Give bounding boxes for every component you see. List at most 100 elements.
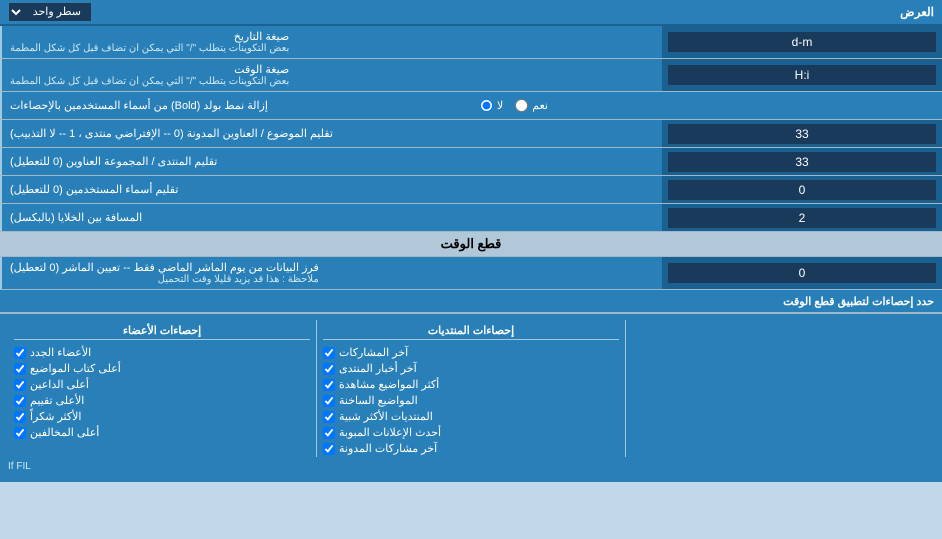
bold-remove-row: نعم لا إزالة نمط بولد (Bold) من أسماء ال… bbox=[0, 92, 942, 120]
checkbox-top-writers-label: أعلى كتاب المواضيع bbox=[30, 362, 121, 375]
radio-no-group: لا bbox=[480, 99, 503, 112]
bold-remove-label: إزالة نمط بولد (Bold) من أسماء المستخدمي… bbox=[0, 92, 472, 119]
checkbox-top-rated-label: الأعلى تقييم bbox=[30, 394, 84, 407]
checkbox-new-members-input[interactable] bbox=[14, 347, 26, 359]
checkbox-blog-posts: آخر مشاركات المدونة bbox=[323, 442, 619, 455]
checkbox-most-viewed-label: أكثر المواضيع مشاهدة bbox=[339, 378, 439, 391]
date-format-row: صيغة التاريخ بعض التكوينات يتطلب "/" الت… bbox=[0, 26, 942, 59]
date-format-label: صيغة التاريخ بعض التكوينات يتطلب "/" الت… bbox=[0, 26, 662, 58]
section-header-time: قطع الوقت bbox=[0, 232, 942, 257]
checkbox-latest-ads: أحدث الإعلانات المبوبة bbox=[323, 426, 619, 439]
checkbox-most-thanks: الأكثر شكراً bbox=[14, 410, 310, 423]
checkboxes-section: إحصاءات المنتديات آخر المشاركات آخر أخبا… bbox=[0, 313, 942, 482]
checkbox-blog-posts-input[interactable] bbox=[323, 443, 335, 455]
forum-headers-input-cell bbox=[662, 148, 942, 175]
time-cut-row: فرز البيانات من يوم الماشر الماضي فقط --… bbox=[0, 257, 942, 290]
checkbox-most-similar: المنتديات الأكثر شبية bbox=[323, 410, 619, 423]
usernames-label: تقليم أسماء المستخدمين (0 للتعطيل) bbox=[0, 176, 662, 203]
date-format-input-cell bbox=[662, 26, 942, 58]
cell-spacing-row: المسافة بين الخلايا (بالبكسل) bbox=[0, 204, 942, 232]
forum-topics-input-cell bbox=[662, 120, 942, 147]
forum-topics-input[interactable] bbox=[668, 124, 936, 144]
time-cut-input[interactable] bbox=[668, 263, 936, 283]
radio-no-input[interactable] bbox=[480, 99, 493, 112]
usernames-input[interactable] bbox=[668, 180, 936, 200]
checkbox-most-similar-label: المنتديات الأكثر شبية bbox=[339, 410, 433, 423]
radio-no-label: لا bbox=[497, 99, 503, 112]
time-format-input-cell bbox=[662, 59, 942, 91]
checkbox-hot-topics-input[interactable] bbox=[323, 395, 335, 407]
forum-headers-input[interactable] bbox=[668, 152, 936, 172]
checkbox-most-thanks-input[interactable] bbox=[14, 411, 26, 423]
checkbox-new-members-label: الأعضاء الجدد bbox=[30, 346, 91, 359]
time-format-label: صيغة الوقت بعض التكوينات يتطلب "/" التي … bbox=[0, 59, 662, 91]
bottom-note-text: If FIL bbox=[8, 461, 31, 472]
main-container: العرض سطر واحد سطرين ثلاثة أسطر صيغة الت… bbox=[0, 0, 942, 482]
forum-stats-header: إحصاءات المنتديات bbox=[323, 322, 619, 340]
cell-spacing-label: المسافة بين الخلايا (بالبكسل) bbox=[0, 204, 662, 231]
radio-yes-label: نعم bbox=[532, 99, 548, 112]
cell-spacing-input[interactable] bbox=[668, 208, 936, 228]
checkbox-latest-ads-input[interactable] bbox=[323, 427, 335, 439]
date-format-label-line1: صيغة التاريخ bbox=[10, 30, 289, 43]
forum-topics-label-text: تقليم الموضوع / العناوين المدونة (0 -- ا… bbox=[10, 127, 333, 140]
checkbox-col-members: إحصاءات الأعضاء الأعضاء الجدد أعلى كتاب … bbox=[8, 320, 317, 457]
checkbox-blog-posts-label: آخر مشاركات المدونة bbox=[339, 442, 437, 455]
usernames-row: تقليم أسماء المستخدمين (0 للتعطيل) bbox=[0, 176, 942, 204]
checkbox-col-forums: إحصاءات المنتديات آخر المشاركات آخر أخبا… bbox=[317, 320, 626, 457]
cell-spacing-input-cell bbox=[662, 204, 942, 231]
time-format-label-line1: صيغة الوقت bbox=[10, 63, 289, 76]
time-cut-input-cell bbox=[662, 257, 942, 289]
limit-stats-row: حدد إحصاءات لتطبيق قطع الوقت bbox=[0, 290, 942, 313]
forum-topics-label: تقليم الموضوع / العناوين المدونة (0 -- ا… bbox=[0, 120, 662, 147]
checkbox-forum-news: آخر أخبار المنتدى bbox=[323, 362, 619, 375]
checkbox-most-viewed-input[interactable] bbox=[323, 379, 335, 391]
checkbox-top-violators: أعلى المخالفين bbox=[14, 426, 310, 439]
radio-yes-group: نعم bbox=[515, 99, 548, 112]
bottom-note: If FIL bbox=[8, 457, 934, 476]
checkbox-top-violators-label: أعلى المخالفين bbox=[30, 426, 99, 439]
checkbox-latest-ads-label: أحدث الإعلانات المبوبة bbox=[339, 426, 441, 439]
time-cut-label-line2: ملاحظة : هذا قد يزيد قليلا وقت التحميل bbox=[10, 274, 319, 285]
time-cut-label-line1: فرز البيانات من يوم الماشر الماضي فقط --… bbox=[10, 261, 319, 274]
checkbox-most-similar-input[interactable] bbox=[323, 411, 335, 423]
date-format-input[interactable] bbox=[668, 32, 936, 52]
time-cut-label: فرز البيانات من يوم الماشر الماضي فقط --… bbox=[0, 257, 662, 289]
checkbox-top-writers: أعلى كتاب المواضيع bbox=[14, 362, 310, 375]
checkbox-most-thanks-label: الأكثر شكراً bbox=[30, 410, 81, 423]
display-dropdown[interactable]: سطر واحد سطرين ثلاثة أسطر bbox=[8, 2, 92, 22]
radio-yes-input[interactable] bbox=[515, 99, 528, 112]
checkbox-top-violators-input[interactable] bbox=[14, 427, 26, 439]
limit-stats-label: حدد إحصاءات لتطبيق قطع الوقت bbox=[783, 296, 934, 308]
forum-headers-row: تقليم المنتدى / المجموعة العناوين (0 للت… bbox=[0, 148, 942, 176]
checkbox-most-viewed: أكثر المواضيع مشاهدة bbox=[323, 378, 619, 391]
checkbox-last-posts: آخر المشاركات bbox=[323, 346, 619, 359]
time-format-row: صيغة الوقت بعض التكوينات يتطلب "/" التي … bbox=[0, 59, 942, 92]
usernames-label-text: تقليم أسماء المستخدمين (0 للتعطيل) bbox=[10, 183, 178, 196]
checkbox-top-rated-input[interactable] bbox=[14, 395, 26, 407]
checkbox-col-empty bbox=[626, 320, 934, 457]
checkbox-top-callers-label: أعلى الداعين bbox=[30, 378, 89, 391]
checkbox-forum-news-label: آخر أخبار المنتدى bbox=[339, 362, 417, 375]
bold-remove-label-text: إزالة نمط بولد (Bold) من أسماء المستخدمي… bbox=[10, 99, 268, 112]
checkbox-new-members: الأعضاء الجدد bbox=[14, 346, 310, 359]
bold-remove-radio-cell: نعم لا bbox=[472, 92, 942, 119]
time-format-input[interactable] bbox=[668, 65, 936, 85]
usernames-input-cell bbox=[662, 176, 942, 203]
checkbox-forum-news-input[interactable] bbox=[323, 363, 335, 375]
checkbox-top-rated: الأعلى تقييم bbox=[14, 394, 310, 407]
checkbox-last-posts-input[interactable] bbox=[323, 347, 335, 359]
forum-headers-label-text: تقليم المنتدى / المجموعة العناوين (0 للت… bbox=[10, 155, 217, 168]
checkboxes-row: إحصاءات المنتديات آخر المشاركات آخر أخبا… bbox=[8, 320, 934, 457]
checkbox-top-callers: أعلى الداعين bbox=[14, 378, 310, 391]
members-stats-header: إحصاءات الأعضاء bbox=[14, 322, 310, 340]
checkbox-hot-topics: المواضيع الساخنة bbox=[323, 394, 619, 407]
checkbox-top-writers-input[interactable] bbox=[14, 363, 26, 375]
top-bar-label: العرض bbox=[900, 5, 934, 19]
checkbox-hot-topics-label: المواضيع الساخنة bbox=[339, 394, 418, 407]
time-format-label-line2: بعض التكوينات يتطلب "/" التي يمكن ان تضا… bbox=[10, 76, 289, 87]
forum-topics-row: تقليم الموضوع / العناوين المدونة (0 -- ا… bbox=[0, 120, 942, 148]
top-bar: العرض سطر واحد سطرين ثلاثة أسطر bbox=[0, 0, 942, 26]
cell-spacing-label-text: المسافة بين الخلايا (بالبكسل) bbox=[10, 211, 142, 224]
checkbox-top-callers-input[interactable] bbox=[14, 379, 26, 391]
